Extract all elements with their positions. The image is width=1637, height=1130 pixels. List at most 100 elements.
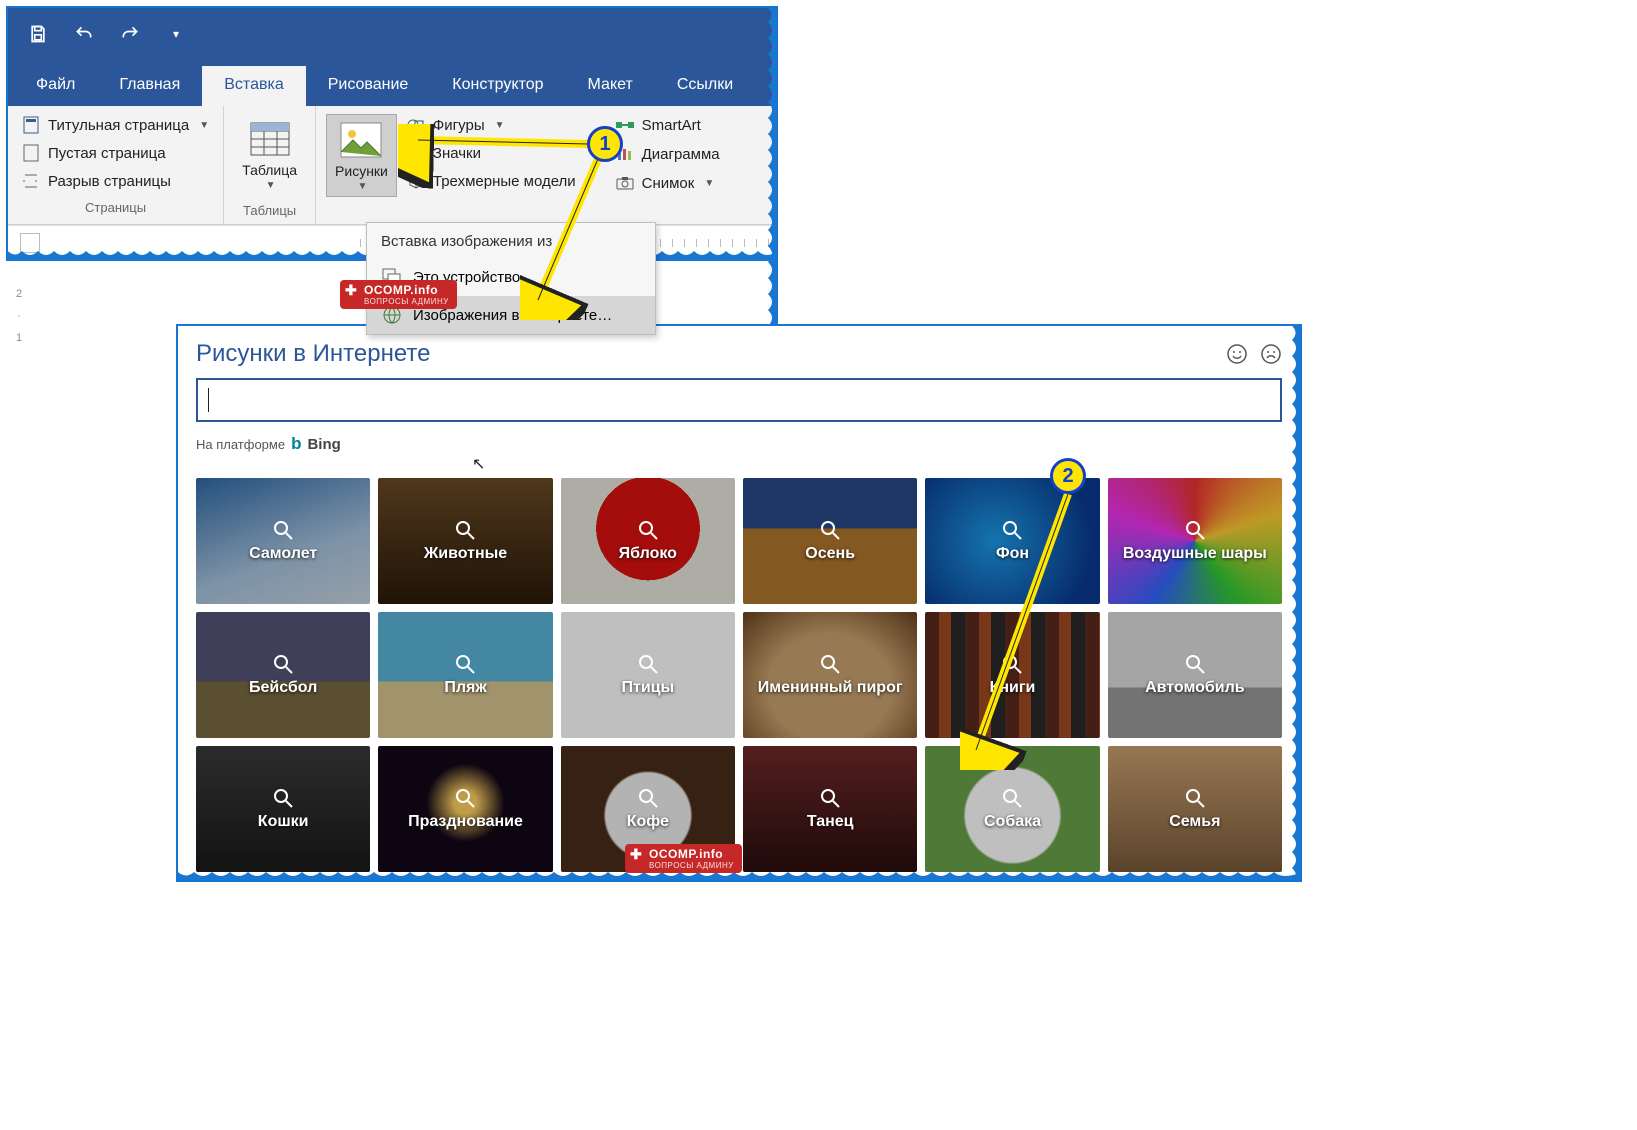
search-icon	[819, 519, 841, 541]
tab-mailings[interactable]: Рассыл	[755, 66, 855, 106]
ribbon-tabs: Файл Главная Вставка Рисование Конструкт…	[8, 60, 776, 106]
tab-draw[interactable]: Рисование	[306, 66, 431, 106]
tile-label: Птицы	[621, 679, 674, 697]
undo-icon[interactable]	[72, 22, 96, 46]
annotation-arrow-2	[960, 490, 1100, 770]
search-icon	[637, 519, 659, 541]
page-break-button[interactable]: Разрыв страницы	[18, 170, 213, 192]
powered-prefix: На платформе	[196, 437, 285, 452]
cover-page-label: Титульная страница	[48, 117, 189, 134]
online-pictures-panel: Рисунки в Интернете На платформе b Bing …	[176, 324, 1302, 882]
pictures-button[interactable]: Рисунки ▼	[326, 114, 397, 197]
annotation-callout-1: 1	[587, 126, 623, 162]
bing-brand: Bing	[307, 436, 340, 453]
tile-family[interactable]: Семья	[1108, 746, 1282, 872]
search-icon	[272, 519, 294, 541]
tab-insert[interactable]: Вставка	[202, 66, 305, 106]
cover-page-button[interactable]: Титульная страница ▼	[18, 114, 213, 136]
tile-car[interactable]: Автомобиль	[1108, 612, 1282, 738]
chevron-down-icon: ▼	[704, 178, 714, 189]
search-icon	[272, 653, 294, 675]
powered-by: На платформе b Bing	[196, 434, 1282, 454]
tile-label: Семья	[1169, 813, 1220, 831]
search-icon	[637, 787, 659, 809]
title-bar: ▾	[8, 8, 776, 60]
search-input[interactable]	[209, 390, 1270, 411]
tile-label: Пляж	[444, 679, 486, 697]
search-icon	[637, 653, 659, 675]
ocomp-text: OCOMP.info	[649, 847, 723, 861]
tile-label: Именинный пирог	[758, 679, 903, 697]
tile-animals[interactable]: Животные	[378, 478, 552, 604]
tile-cake[interactable]: Именинный пирог	[743, 612, 917, 738]
ocomp-sub: ВОПРОСЫ АДМИНУ	[649, 861, 734, 870]
blank-page-icon	[22, 144, 40, 162]
tab-design[interactable]: Конструктор	[430, 66, 565, 106]
picture-icon	[340, 119, 382, 161]
category-tiles: СамолетЖивотныеЯблокоОсеньФонВоздушные ш…	[196, 478, 1282, 872]
group-pages-label: Страницы	[18, 198, 213, 217]
search-icon	[819, 653, 841, 675]
tile-label: Кошки	[258, 813, 309, 831]
page-break-icon	[22, 172, 40, 190]
page-icon	[22, 116, 40, 134]
ribbon: Титульная страница ▼ Пустая страница Р	[8, 106, 776, 225]
tile-balloons[interactable]: Воздушные шары	[1108, 478, 1282, 604]
tile-celeb[interactable]: Празднование	[378, 746, 552, 872]
table-icon	[249, 118, 291, 160]
table-button[interactable]: Таблица ▼	[234, 114, 305, 195]
qat-customize-icon[interactable]: ▾	[164, 22, 188, 46]
tile-label: Автомобиль	[1145, 679, 1244, 697]
blank-page-button[interactable]: Пустая страница	[18, 142, 213, 164]
tile-beach[interactable]: Пляж	[378, 612, 552, 738]
chevron-down-icon: ▼	[266, 180, 276, 191]
feedback-smile-icon[interactable]	[1226, 343, 1248, 365]
tile-baseball[interactable]: Бейсбол	[196, 612, 370, 738]
chart-label: Диаграмма	[642, 146, 720, 163]
tile-label: Кофе	[627, 813, 669, 831]
ruler-corner	[20, 233, 40, 253]
redo-icon[interactable]	[118, 22, 142, 46]
search-icon	[454, 787, 476, 809]
page-break-label: Разрыв страницы	[48, 173, 171, 190]
bing-logo-icon: b	[291, 434, 301, 454]
annotation-arrow-1b	[520, 150, 640, 320]
table-label: Таблица	[242, 162, 297, 178]
chevron-down-icon: ▼	[199, 120, 209, 131]
save-icon[interactable]	[26, 22, 50, 46]
tile-label: Воздушные шары	[1123, 545, 1267, 563]
tile-label: Животные	[424, 545, 507, 563]
tile-label: Бейсбол	[249, 679, 317, 697]
vertical-ruler: 2·1	[8, 288, 30, 348]
tile-autumn[interactable]: Осень	[743, 478, 917, 604]
panel-title: Рисунки в Интернете	[196, 340, 430, 368]
search-icon	[1184, 653, 1206, 675]
annotation-callout-2: 2	[1050, 458, 1086, 494]
search-icon	[454, 653, 476, 675]
search-icon	[1001, 787, 1023, 809]
group-tables: Таблица ▼ Таблицы	[224, 106, 316, 224]
group-pages: Титульная страница ▼ Пустая страница Р	[8, 106, 224, 224]
tile-birds[interactable]: Птицы	[561, 612, 735, 738]
search-icon	[819, 787, 841, 809]
tab-file[interactable]: Файл	[14, 66, 97, 106]
tile-cats[interactable]: Кошки	[196, 746, 370, 872]
mouse-cursor-icon: ↖	[472, 454, 485, 474]
tile-plane[interactable]: Самолет	[196, 478, 370, 604]
tab-references[interactable]: Ссылки	[655, 66, 755, 106]
tab-home[interactable]: Главная	[97, 66, 202, 106]
search-box[interactable]	[196, 378, 1282, 422]
watermark-ocomp-2: OCOMP.info ВОПРОСЫ АДМИНУ	[625, 844, 742, 873]
chevron-down-icon: ▼	[358, 181, 368, 192]
tab-layout[interactable]: Макет	[566, 66, 655, 106]
word-window: ▾ Файл Главная Вставка Рисование Констру…	[6, 6, 778, 261]
tile-label: Яблоко	[619, 545, 677, 563]
feedback-frown-icon[interactable]	[1260, 343, 1282, 365]
smartart-button[interactable]: SmartArt	[612, 114, 724, 136]
tile-label: Осень	[805, 545, 855, 563]
tile-dance[interactable]: Танец	[743, 746, 917, 872]
tile-label: Празднование	[408, 813, 523, 831]
smartart-label: SmartArt	[642, 117, 701, 134]
tile-label: Собака	[984, 813, 1041, 831]
tile-apple[interactable]: Яблоко	[561, 478, 735, 604]
